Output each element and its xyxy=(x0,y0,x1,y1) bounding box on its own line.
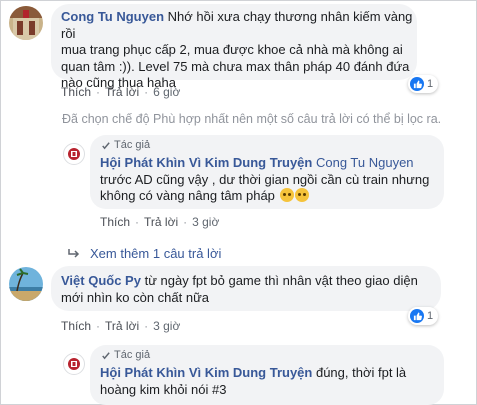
comment-actions: Thích · Trả lời · 6 giờ xyxy=(61,85,180,99)
author-badge-label: Tác giả xyxy=(114,349,151,361)
like-reaction-icon xyxy=(410,309,424,323)
reaction-count[interactable]: 1 xyxy=(408,307,439,325)
avatar-page[interactable] xyxy=(63,353,85,375)
author-badge-icon xyxy=(102,351,110,359)
reply-author[interactable]: Hội Phát Khìn Vì Kim Dung Truyện xyxy=(100,365,312,380)
like-link[interactable]: Thích xyxy=(100,215,130,229)
reply-author[interactable]: Hội Phát Khìn Vì Kim Dung Truyện xyxy=(100,155,312,170)
reply-link[interactable]: Trả lời xyxy=(144,215,178,229)
timestamp[interactable]: 3 giờ xyxy=(192,215,219,229)
author-badge-icon xyxy=(102,141,110,149)
reply-mention[interactable]: Cong Tu Nguyen xyxy=(316,155,414,170)
avatar-viet-quoc-py[interactable] xyxy=(9,267,43,301)
comment-line-2: mua trang phục cấp 2, mua được khoe cả n… xyxy=(61,42,403,57)
timestamp[interactable]: 3 giờ xyxy=(153,319,180,333)
reply-link[interactable]: Trả lời xyxy=(105,319,139,333)
like-link[interactable]: Thích xyxy=(61,85,91,99)
separator-dot: · xyxy=(183,215,188,229)
separator-dot: · xyxy=(144,319,149,333)
author-badge: Tác giả xyxy=(100,139,150,151)
see-more-label[interactable]: Xem thêm 1 câu trả lời xyxy=(90,246,221,261)
reply-text: Hội Phát Khìn Vì Kim Dung Truyện Cong Tu… xyxy=(100,155,440,205)
reply-actions: Thích · Trả lời · 3 giờ xyxy=(100,215,219,229)
like-link[interactable]: Thích xyxy=(61,319,91,333)
reply-line-2: không có vàng nâng tâm pháp xyxy=(100,188,275,203)
filter-note: Đã chọn chế độ Phù hợp nhất nên một số c… xyxy=(62,112,442,126)
like-reaction-icon xyxy=(410,77,424,91)
worried-emoji-icon xyxy=(279,188,294,202)
comment-line-1: từ ngày fpt bỏ game thì nhân vật theo gi… xyxy=(144,273,418,288)
comment-author[interactable]: Cong Tu Nguyen xyxy=(61,9,164,24)
author-badge: Tác giả xyxy=(100,349,150,361)
comment-author[interactable]: Việt Quốc Py xyxy=(61,273,141,288)
separator-dot: · xyxy=(96,319,101,333)
comment-line-2: mới nhìn ko còn chất nữa xyxy=(61,289,210,305)
reply-arrow-icon xyxy=(68,248,80,258)
comment-text: Cong Tu Nguyen Nhớ hồi xưa chạy thương n… xyxy=(61,9,413,92)
comment-actions: Thích · Trả lời · 3 giờ xyxy=(61,319,180,333)
separator-dot: · xyxy=(135,215,140,229)
reply-line-2: hoàng kim khỏi nói #3 xyxy=(100,381,227,397)
comment-text: Việt Quốc Py từ ngày fpt bỏ game thì nhâ… xyxy=(61,273,439,306)
worried-emoji-icon xyxy=(294,188,309,202)
avatar-cong-tu-nguyen[interactable] xyxy=(9,6,43,40)
reply-line-1: trước AD cũng vậy , dư thời gian ngồi cầ… xyxy=(100,171,430,187)
see-more-replies[interactable]: Xem thêm 1 câu trả lời xyxy=(67,246,221,261)
reaction-number: 1 xyxy=(427,310,434,322)
reaction-number: 1 xyxy=(427,78,434,90)
author-badge-label: Tác giả xyxy=(114,139,151,151)
reply-text: Hội Phát Khìn Vì Kim Dung Truyện đúng, t… xyxy=(100,365,440,398)
comment-line-3: quan tâm :)). Level 75 mà chưa max thân … xyxy=(61,58,410,74)
reply-link[interactable]: Trả lời xyxy=(105,85,139,99)
reaction-count[interactable]: 1 xyxy=(408,75,439,93)
reply-line-1: đúng, thời fpt là xyxy=(315,365,407,380)
separator-dot: · xyxy=(144,85,149,99)
timestamp[interactable]: 6 giờ xyxy=(153,85,180,99)
avatar-page[interactable] xyxy=(63,143,85,165)
separator-dot: · xyxy=(96,85,101,99)
